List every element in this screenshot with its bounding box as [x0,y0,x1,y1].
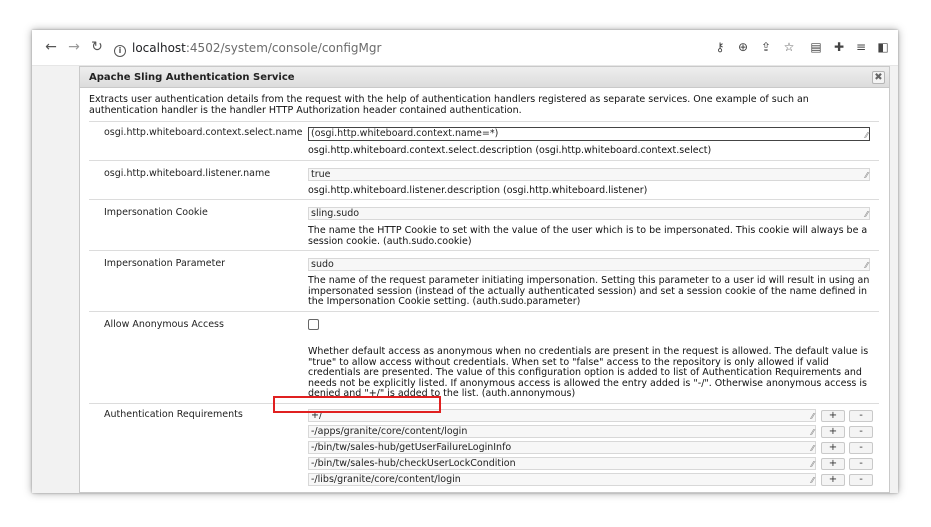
resize-grip-icon[interactable]: ⁄⁄ [811,413,814,421]
add-entry-button[interactable]: + [821,410,845,422]
config-row: Authentication Requirements +/ ⁄⁄ + - -/… [89,403,879,493]
forward-icon[interactable]: → [65,38,83,56]
dialog-title: Apache Sling Authentication Service [80,67,889,88]
add-entry-button[interactable]: + [821,458,845,470]
field-hint: The name the HTTP Cookie to set with the… [308,225,868,247]
resize-grip-icon[interactable]: ⁄⁄ [865,211,868,219]
field-value: -/libs/granite/core/content/login [311,474,461,485]
remove-entry-button[interactable]: - [849,410,873,422]
field-label: Allow Anonymous Access [104,319,224,330]
remove-entry-button[interactable]: - [849,458,873,470]
field-hint: osgi.http.whiteboard.listener.descriptio… [308,185,648,196]
impersonation-cookie-input[interactable]: sling.sudo ⁄⁄ [308,207,870,220]
auth-requirement-input[interactable]: -/apps/granite/core/content/login ⁄⁄ [308,425,816,438]
resize-grip-icon[interactable]: ⁄⁄ [811,477,814,485]
field-label: Authentication Requirements [104,409,243,420]
dialog-description: Extracts user authentication details fro… [89,94,809,116]
auth-requirement-input[interactable]: -/bin/tw/sales-hub/checkUserLockConditio… [308,457,816,470]
add-entry-button[interactable]: + [821,442,845,454]
reader-icon[interactable]: ▤ [808,39,824,55]
zoom-icon[interactable]: ⊕ [735,39,751,55]
url-host: localhost [132,41,186,55]
field-value: sudo [311,259,334,270]
field-value: sling.sudo [311,208,360,219]
auth-requirement-input[interactable]: -/libs/granite/core/content/login ⁄⁄ [308,473,816,486]
key-icon[interactable]: ⚷ [712,39,728,55]
field-value: -/apps/granite/core/content/login [311,426,468,437]
browser-toolbar: ← → ↻ i localhost:4502/system/console/con… [32,30,898,66]
sidepanel-icon[interactable]: ◧ [875,39,891,55]
resize-grip-icon[interactable]: ⁄⁄ [811,429,814,437]
star-icon[interactable]: ☆ [781,39,797,55]
field-label: Impersonation Parameter [104,258,226,269]
config-row: osgi.http.whiteboard.listener.name true … [89,160,879,199]
field-hint: The name of the request parameter initia… [308,275,870,307]
field-value: -/bin/tw/sales-hub/getUserFailureLoginIn… [311,442,512,453]
listener-name-input[interactable]: true ⁄⁄ [308,168,870,181]
remove-entry-button[interactable]: - [849,426,873,438]
allow-anonymous-checkbox[interactable] [308,319,319,330]
config-dialog: Apache Sling Authentication Service ✖ Ex… [79,66,890,493]
field-hint: Whether default access as anonymous when… [308,346,869,399]
queue-icon[interactable]: ≡ [853,39,869,55]
resize-grip-icon[interactable]: ⁄⁄ [811,445,814,453]
resize-grip-icon[interactable]: ⁄⁄ [865,262,868,270]
resize-grip-icon[interactable]: ⁄⁄ [865,172,868,180]
extensions-icon[interactable]: ✚ [831,39,847,55]
browser-window: ← → ↻ i localhost:4502/system/console/con… [32,30,898,493]
reload-icon[interactable]: ↻ [88,38,106,56]
config-row: Allow Anonymous Access Whether default a… [89,311,879,403]
share-icon[interactable]: ⇪ [758,39,774,55]
context-select-input[interactable]: (osgi.http.whiteboard.context.name=*) ⁄⁄ [308,127,870,141]
config-row: Impersonation Cookie sling.sudo ⁄⁄ The n… [89,199,879,250]
page-content: Apache Sling Authentication Service ✖ Ex… [32,66,898,493]
impersonation-parameter-input[interactable]: sudo ⁄⁄ [308,258,870,271]
field-label: osgi.http.whiteboard.context.select.name [104,127,303,138]
resize-grip-icon[interactable]: ⁄⁄ [811,461,814,469]
url-path: :4502/system/console/configMgr [185,41,382,55]
field-value: true [311,169,331,180]
remove-entry-button[interactable]: - [849,474,873,486]
highlight-box [273,396,441,413]
add-entry-button[interactable]: + [821,474,845,486]
field-value: (osgi.http.whiteboard.context.name=*) [311,128,499,139]
back-icon[interactable]: ← [42,38,60,56]
close-icon[interactable]: ✖ [872,71,885,84]
auth-requirement-input[interactable]: -/bin/tw/sales-hub/getUserFailureLoginIn… [308,441,816,454]
field-value: -/bin/tw/sales-hub/checkUserLockConditio… [311,458,516,469]
config-row: Impersonation Parameter sudo ⁄⁄ The name… [89,250,879,311]
add-entry-button[interactable]: + [821,426,845,438]
field-label: Impersonation Cookie [104,207,208,218]
field-label: osgi.http.whiteboard.listener.name [104,168,271,179]
info-icon[interactable]: i [114,45,126,57]
field-hint: osgi.http.whiteboard.context.select.desc… [308,145,712,156]
address-bar[interactable]: i localhost:4502/system/console/configMgr [114,38,381,58]
config-row: osgi.http.whiteboard.context.select.name… [89,121,879,160]
remove-entry-button[interactable]: - [849,442,873,454]
resize-grip-icon[interactable]: ⁄⁄ [865,132,868,140]
